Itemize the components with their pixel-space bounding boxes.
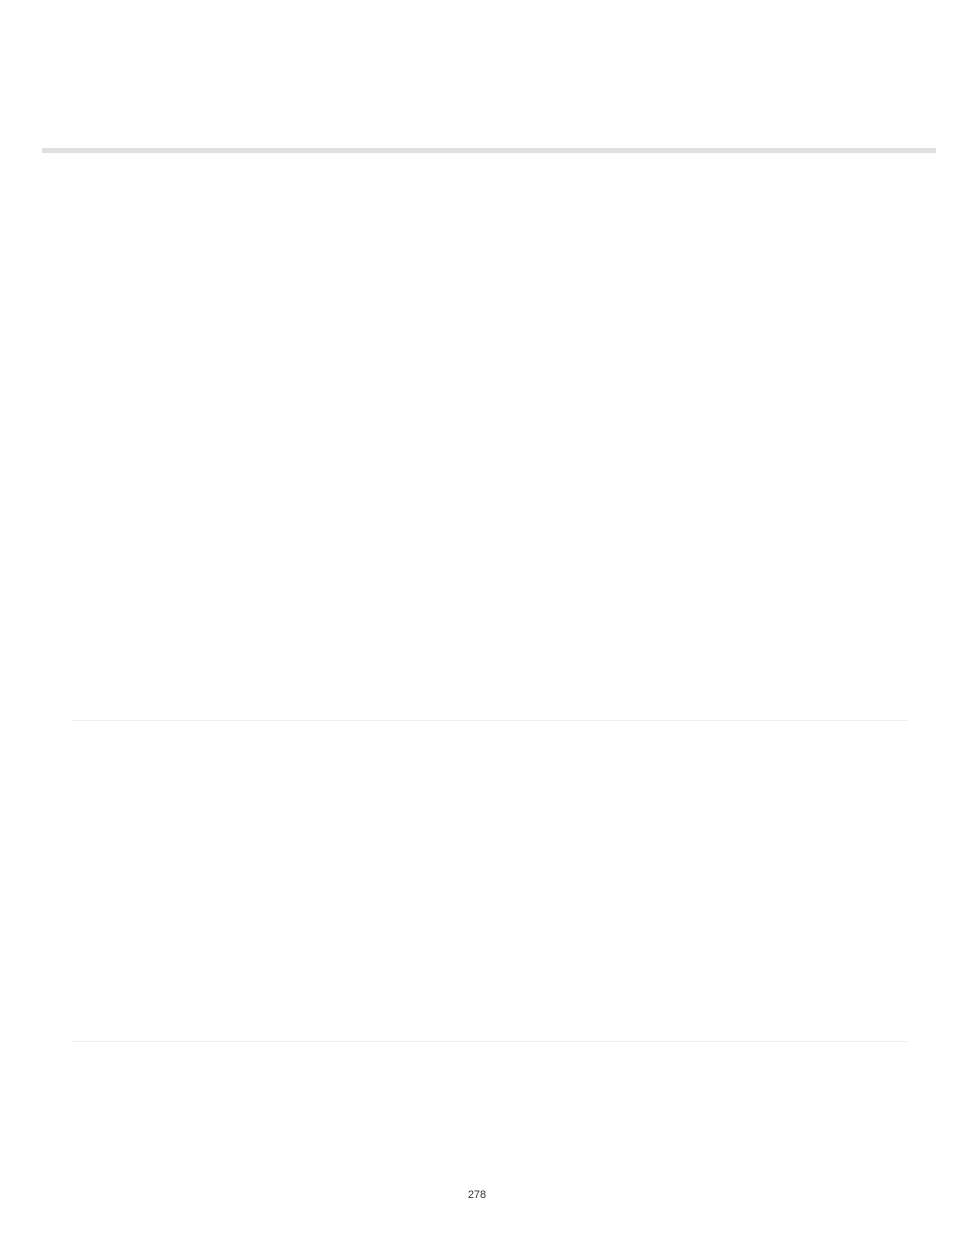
- section-divider: [72, 1041, 908, 1042]
- header-divider: [42, 148, 936, 153]
- page-number: 278: [0, 1189, 954, 1201]
- section-divider: [72, 720, 908, 721]
